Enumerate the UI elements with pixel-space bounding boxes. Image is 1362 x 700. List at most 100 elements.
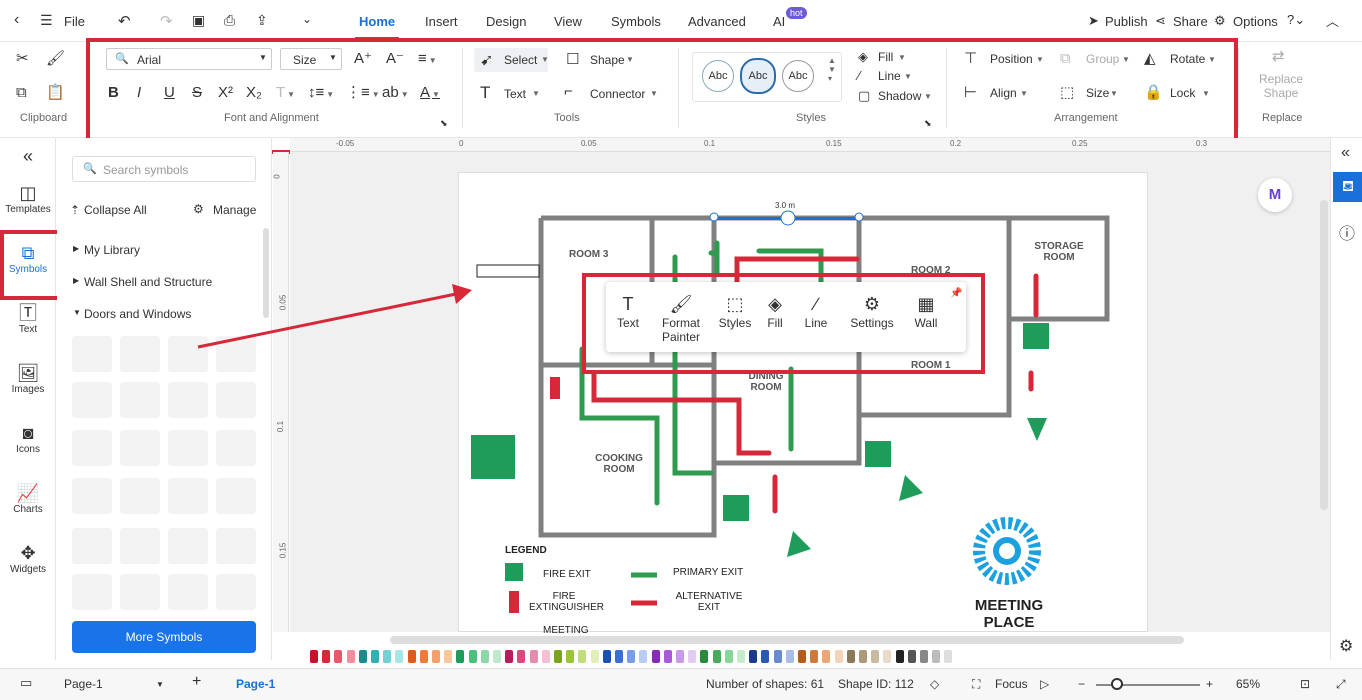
layers-icon[interactable]: ◇ [930, 677, 939, 691]
color-swatch[interactable] [761, 650, 770, 663]
redo-icon[interactable]: ↷ [160, 12, 173, 30]
door-symbol[interactable] [72, 382, 112, 418]
sidebar-item-charts[interactable]: 📈 Charts [0, 482, 56, 515]
color-swatch[interactable] [846, 650, 855, 663]
file-menu[interactable]: File [64, 14, 85, 29]
color-swatch[interactable] [310, 650, 318, 663]
door-symbol[interactable] [216, 430, 256, 466]
collapse-all-button[interactable]: Collapse All [84, 203, 147, 217]
door-symbol[interactable] [120, 382, 160, 418]
replace-shape-button[interactable]: Replace Shape [1258, 72, 1304, 100]
color-palette[interactable] [290, 646, 1330, 668]
export-icon[interactable]: ⇪ [256, 12, 268, 29]
color-swatch[interactable] [883, 650, 892, 663]
tab-ai[interactable]: AI [773, 14, 785, 29]
save-icon[interactable]: ▣ [192, 12, 205, 29]
color-swatch[interactable] [895, 650, 904, 663]
options-button[interactable]: Options [1233, 14, 1278, 29]
color-swatch[interactable] [578, 650, 587, 663]
zoom-slider-handle[interactable] [1111, 678, 1123, 690]
window-symbol[interactable] [168, 528, 208, 564]
color-swatch[interactable] [444, 650, 453, 663]
color-swatch[interactable] [456, 650, 465, 663]
color-swatch[interactable] [517, 650, 526, 663]
color-swatch[interactable] [358, 650, 367, 663]
undo-icon[interactable]: ↶ [118, 12, 131, 30]
color-swatch[interactable] [932, 650, 941, 663]
window-symbol[interactable] [72, 528, 112, 564]
sidebar-item-text[interactable]: 🅃 Text [0, 302, 56, 335]
door-symbol[interactable] [168, 382, 208, 418]
window-symbol[interactable] [216, 528, 256, 564]
color-swatch[interactable] [834, 650, 843, 663]
zoom-out-icon[interactable]: − [1078, 677, 1085, 691]
color-swatch[interactable] [615, 650, 623, 663]
print-icon[interactable]: ⎙ [224, 12, 235, 29]
color-swatch[interactable] [785, 650, 794, 663]
tab-home[interactable]: Home [359, 14, 395, 29]
color-swatch[interactable] [712, 650, 721, 663]
window-symbol[interactable] [72, 574, 112, 610]
page-tab[interactable]: Page-1 [236, 677, 275, 691]
color-swatch[interactable] [627, 650, 636, 663]
focus-button[interactable]: Focus [995, 677, 1028, 691]
tab-insert[interactable]: Insert [425, 14, 458, 29]
sidebar-item-templates[interactable]: ◫ Templates [0, 182, 56, 215]
color-swatch[interactable] [590, 650, 599, 663]
color-swatch[interactable] [700, 650, 709, 663]
color-swatch[interactable] [737, 650, 745, 663]
color-swatch[interactable] [749, 650, 758, 663]
color-swatch[interactable] [480, 650, 489, 663]
back-icon[interactable]: ‹ [14, 11, 19, 29]
color-swatch[interactable] [920, 650, 928, 663]
color-swatch[interactable] [407, 650, 416, 663]
sidebar-item-images[interactable]: 🖼 Images [0, 362, 56, 395]
vertical-scrollbar[interactable] [1320, 200, 1328, 510]
color-swatch[interactable] [505, 650, 514, 663]
color-swatch[interactable] [419, 650, 428, 663]
door-symbol[interactable] [72, 336, 112, 372]
door-symbol[interactable] [120, 430, 160, 466]
fullscreen-icon[interactable]: ⤢ [1336, 677, 1346, 692]
color-swatch[interactable] [651, 650, 660, 663]
color-swatch[interactable] [724, 650, 733, 663]
paint-bucket-icon[interactable]: ⛾ [1333, 172, 1362, 202]
color-swatch[interactable] [810, 650, 819, 663]
color-swatch[interactable] [798, 650, 806, 663]
window-symbol[interactable] [120, 528, 160, 564]
tab-advanced[interactable]: Advanced [688, 14, 746, 29]
color-swatch[interactable] [468, 650, 477, 663]
zoom-in-icon[interactable]: + [1206, 677, 1213, 691]
color-swatch[interactable] [493, 650, 501, 663]
color-swatch[interactable] [566, 650, 575, 663]
color-swatch[interactable] [529, 650, 538, 663]
color-swatch[interactable] [395, 650, 404, 663]
more-symbols-button[interactable]: More Symbols [72, 621, 256, 653]
color-swatch[interactable] [871, 650, 880, 663]
page-panel-icon[interactable]: ▭ [20, 675, 32, 691]
section-my-library[interactable]: My Library [84, 243, 140, 257]
fit-page-icon[interactable]: ⊡ [1300, 677, 1310, 691]
drawing-page[interactable]: 3.0 m ROOM 3 STORAGE ROOM ROOM 2 ROOM 1 … [458, 172, 1148, 636]
more-icon[interactable]: ⌄ [302, 12, 312, 26]
sidebar-item-icons[interactable]: ◙ Icons [0, 422, 56, 455]
copy-icon[interactable]: ⧉ [16, 84, 27, 102]
sidebar-item-widgets[interactable]: ✥ Widgets [0, 542, 56, 575]
color-swatch[interactable] [346, 650, 355, 663]
door-symbol[interactable] [72, 430, 112, 466]
tab-view[interactable]: View [554, 14, 582, 29]
menu-icon[interactable]: ☰ [40, 12, 53, 29]
tab-design[interactable]: Design [486, 14, 526, 29]
door-symbol[interactable] [72, 478, 112, 514]
section-doors-windows[interactable]: Doors and Windows [84, 307, 191, 321]
collapse-ribbon-icon[interactable]: ︿ [1326, 11, 1339, 30]
expand-panel-icon[interactable]: « [1341, 144, 1350, 162]
collapse-sidebar-icon[interactable]: « [0, 146, 56, 167]
color-swatch[interactable] [334, 650, 343, 663]
color-swatch[interactable] [371, 650, 379, 663]
color-swatch[interactable] [859, 650, 867, 663]
help-icon[interactable]: ?⌄ [1287, 12, 1305, 28]
color-swatch[interactable] [907, 650, 916, 663]
play-icon[interactable]: ▷ [1040, 677, 1049, 691]
zoom-level[interactable]: 65% [1236, 677, 1260, 691]
